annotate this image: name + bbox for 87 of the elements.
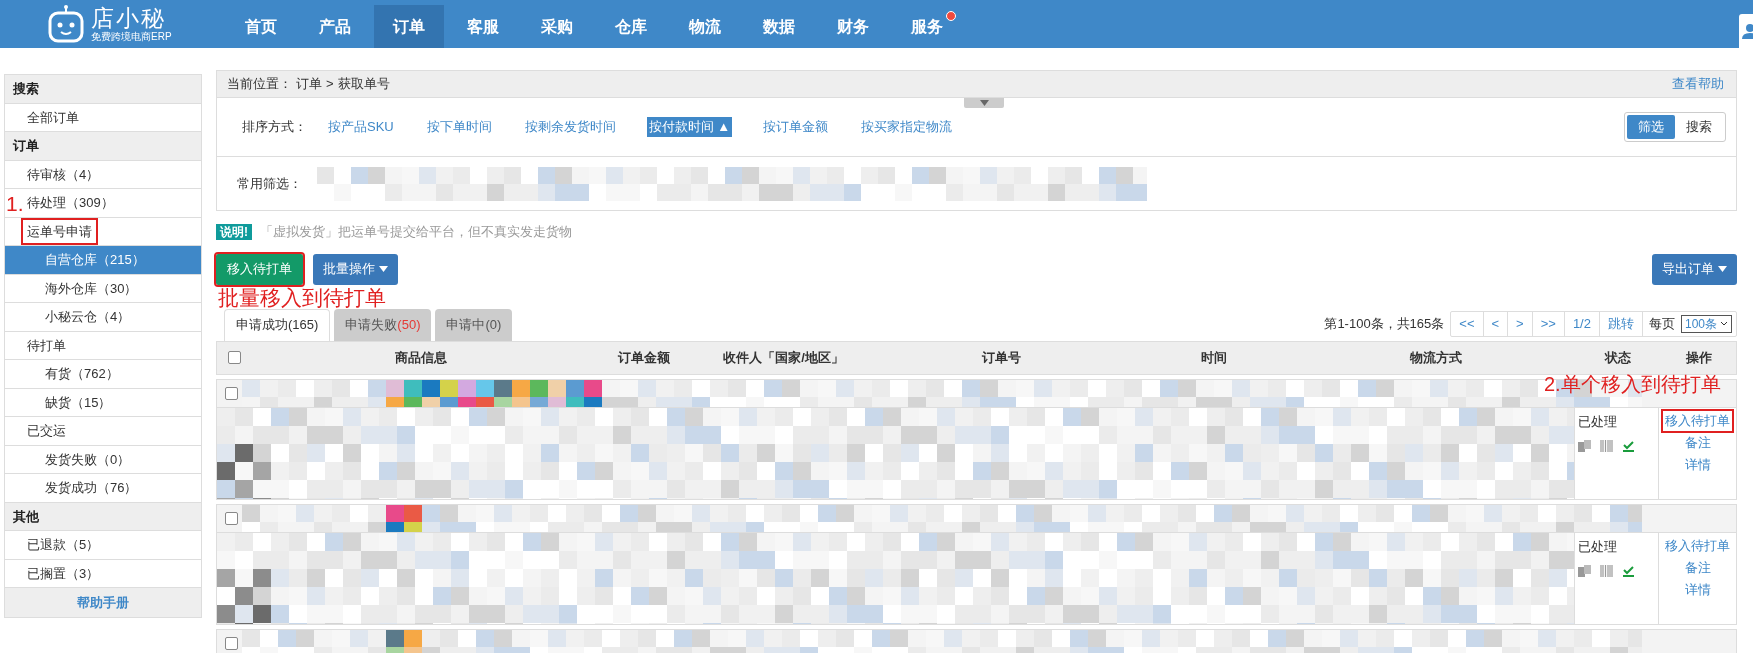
column-header: 收件人「国家/地区」 [722,348,845,367]
sort-option[interactable]: 按订单金额 [761,117,831,137]
export-orders-button[interactable]: 导出订单 [1652,253,1737,285]
caret-icon [979,100,989,106]
column-header: 商品信息 [394,348,448,367]
per-page-select[interactable]: 100条 [1680,314,1732,333]
sort-label: 排序方式： [242,118,307,137]
help-manual-link[interactable]: 帮助手册 [77,592,129,613]
pagination-button[interactable]: < [1482,311,1508,336]
caret-icon [379,266,388,272]
step-annotation: 1. [6,193,24,214]
column-header: 时间 [1199,348,1228,367]
sort-option[interactable]: 按剩余发货时间 [522,117,618,137]
check-icon[interactable] [1622,565,1635,577]
pagination-summary: 第1-100条，共165条 [1324,314,1445,333]
info-badge: 说明! [216,223,252,240]
pagination-button[interactable]: >> [1531,311,1564,336]
column-header: 订单号 [980,348,1022,367]
caret-icon [1718,266,1727,272]
column-header: 物流方式 [1409,348,1463,367]
check-icon[interactable] [1622,440,1635,452]
logo-name: 店小秘 [91,6,167,30]
pagination-button[interactable]: 1/2 [1563,311,1599,336]
status-tab[interactable]: 申请成功(165) [224,308,331,341]
status-tab[interactable]: 申请失败(50) [334,308,432,341]
nav-tab[interactable]: 仓库 [596,5,666,48]
checkbox[interactable] [225,636,238,650]
breadcrumb-label: 当前位置： [227,75,292,94]
column-header: 订单金额 [616,348,671,367]
user-icon [1742,23,1753,39]
sidebar-section-header: 其他 [5,502,201,531]
nav-tab[interactable]: 服务 [892,5,962,48]
sort-option[interactable]: 按买家指定物流 [859,117,955,137]
row-action-link[interactable]: 移入待打单 [1663,535,1732,556]
checkbox[interactable] [225,386,238,400]
nav-tab[interactable]: 采购 [522,5,592,48]
bulk-move-annotation: 批量移入到待打单 [217,287,386,308]
status-tab[interactable]: 申请中(0) [435,308,513,341]
nav-tab[interactable]: 产品 [300,5,370,48]
mode-toggle-button[interactable]: 搜索 [1675,115,1723,139]
row-action-link[interactable]: 备注 [1682,557,1713,578]
nav-tab[interactable]: 财务 [818,5,888,48]
column-header: 状态 [1603,348,1632,367]
pagination-button[interactable]: << [1451,311,1483,336]
row-action-link[interactable]: 详情 [1682,579,1713,600]
note-text: 「虚拟发货」把运单号提交给平台，但不真实发走货物 [260,223,572,241]
documents-icon[interactable] [1578,440,1591,452]
single-move-annotation: 2.单个移入到待打单 [1544,374,1721,394]
breadcrumb-item: 获取单号 [337,75,390,94]
nav-tab[interactable]: 客服 [448,5,518,48]
pagination-button[interactable]: > [1507,311,1532,336]
sort-option[interactable]: 按产品SKU [326,117,396,137]
barcode-icon[interactable] [1600,565,1613,577]
breadcrumb-separator: > [326,75,334,94]
checkbox[interactable] [225,511,238,525]
chevron-down-icon [1720,321,1728,326]
status-text: 已处理 [1578,538,1617,554]
row-action-link[interactable]: 备注 [1682,432,1713,453]
nav-tab[interactable]: 首页 [226,5,296,48]
filter-label: 常用筛选： [237,174,303,193]
row-action-link[interactable]: 详情 [1682,454,1713,475]
sidebar-section-header: 搜索 [5,75,201,104]
batch-actions-button[interactable]: 批量操作 [313,253,398,285]
sort-option[interactable]: 按下单时间 [424,117,494,137]
per-page-label: 每页 [1641,311,1681,336]
row-action-link[interactable]: 移入待打单 [1663,410,1732,431]
column-header: 操作 [1685,348,1713,367]
sort-option[interactable]: 按付款时间 ▲ [646,117,733,137]
sidebar-item[interactable]: 运单号申请 [5,217,201,246]
mode-toggle-button[interactable]: 筛选 [1627,115,1675,139]
nav-tab[interactable]: 订单 [374,5,444,48]
logo-tagline: 免费跨境电商ERP [91,31,172,42]
nav-tab[interactable]: 物流 [670,5,740,48]
help-link[interactable]: 查看帮助 [1672,74,1724,94]
user-menu-button[interactable] [1739,14,1753,48]
status-text: 已处理 [1578,413,1617,429]
move-to-print-button[interactable]: 移入待打单 [216,253,303,285]
robot-logo-icon [47,4,85,44]
breadcrumb-item[interactable]: 订单 [296,74,322,94]
nav-tab[interactable]: 数据 [744,5,814,48]
barcode-icon[interactable] [1600,440,1613,452]
documents-icon[interactable] [1578,565,1591,577]
pagination-button[interactable]: 跳转 [1598,311,1642,336]
sidebar-item[interactable]: 自营仓库（215） [5,246,201,275]
checkbox[interactable] [227,351,241,364]
sidebar-section-header: 订单 [5,132,201,161]
collapse-toggle[interactable] [964,98,1004,108]
